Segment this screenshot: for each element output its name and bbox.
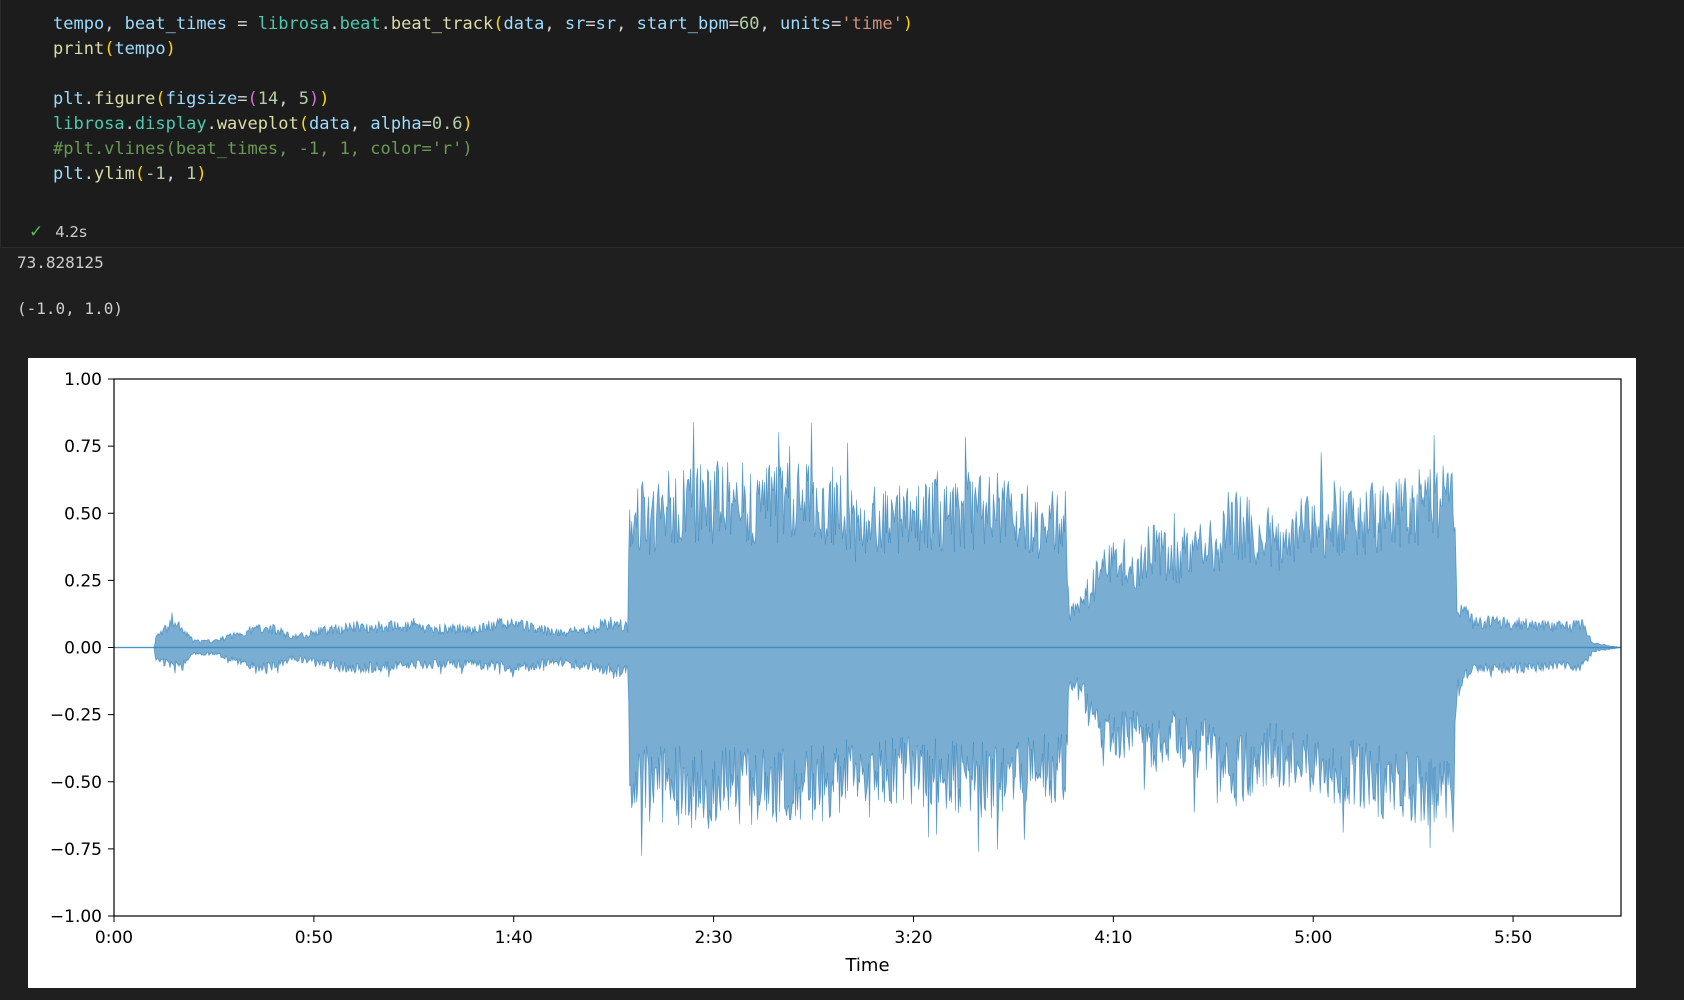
code-token: ,: [104, 14, 125, 34]
code-token: .: [83, 89, 94, 109]
code-token: -1: [145, 164, 166, 184]
code-token: units: [779, 14, 832, 34]
code-token: ): [462, 114, 473, 134]
code-token: librosa: [53, 114, 125, 134]
x-tick-label: 5:00: [1294, 928, 1332, 948]
x-tick-label: 1:40: [495, 928, 533, 948]
x-axis-label: Time: [844, 955, 889, 976]
code-token: (: [298, 114, 309, 134]
code-token: #plt.vlines(beat_times, -1, 1, color='r'…: [53, 139, 473, 159]
code-token: 0.6: [431, 114, 463, 134]
code-line[interactable]: [53, 62, 913, 87]
code-line[interactable]: print(tempo): [53, 37, 913, 62]
x-tick-label: 0:00: [95, 928, 133, 948]
code-token: beat: [339, 14, 381, 34]
x-tick-label: 4:10: [1094, 928, 1132, 948]
code-token: display: [134, 114, 207, 134]
code-token: =: [237, 89, 248, 109]
code-line[interactable]: librosa.display.waveplot(data, alpha=0.6…: [53, 112, 913, 137]
y-tick-label: 0.75: [64, 437, 102, 457]
code-token: tempo: [114, 39, 166, 59]
check-icon: ✓: [29, 222, 44, 242]
x-tick-label: 5:50: [1494, 928, 1532, 948]
x-tick-label: 2:30: [695, 928, 733, 948]
code-token: figsize: [165, 89, 238, 109]
code-token: =: [728, 14, 739, 34]
code-token: ylim: [93, 164, 135, 184]
code-token: ): [309, 89, 320, 109]
code-token: waveplot: [216, 114, 299, 134]
y-tick-label: 0.00: [64, 639, 102, 659]
code-token: sr: [564, 14, 586, 34]
code-token: .: [206, 114, 217, 134]
execution-duration: 4.2s: [55, 223, 87, 241]
y-tick-label: −0.75: [50, 840, 102, 860]
code-token: 'time': [841, 14, 903, 34]
code-cell[interactable]: tempo, beat_times = librosa.beat.beat_tr…: [0, 0, 1684, 248]
code-token: ,: [278, 89, 299, 109]
code-token: ): [165, 39, 176, 59]
y-tick-label: 0.25: [64, 571, 102, 591]
code-token: tempo: [53, 14, 105, 34]
code-line[interactable]: plt.ylim(-1, 1): [53, 162, 913, 187]
code-token: ): [319, 89, 330, 109]
code-token: .: [83, 164, 94, 184]
code-token: =: [831, 14, 842, 34]
code-token: ,: [165, 164, 187, 184]
code-token: ): [902, 14, 914, 34]
code-token: print: [53, 39, 105, 59]
code-line[interactable]: plt.figure(figsize=(14, 5)): [53, 87, 913, 112]
execution-status: ✓ 4.2s: [29, 220, 87, 244]
code-token: data: [503, 14, 545, 34]
code-token: .: [329, 14, 340, 34]
code-token: .: [380, 14, 391, 34]
code-token: beat_times: [124, 14, 228, 34]
code-token: 14: [257, 89, 279, 109]
code-token: (: [104, 39, 115, 59]
code-token: 1: [186, 164, 197, 184]
code-token: plt: [53, 164, 84, 184]
code-token: ,: [759, 14, 780, 34]
code-token: =: [585, 14, 596, 34]
code-token: alpha: [370, 114, 422, 134]
code-token: ,: [616, 14, 637, 34]
y-tick-label: 1.00: [64, 370, 102, 390]
output-tempo: 73.828125: [17, 253, 104, 272]
y-tick-label: −0.25: [50, 706, 102, 726]
code-token: data: [308, 114, 350, 134]
waveform-chart: 1.00 0.75 0.50 0.25 0.00 −0.25 −0.50 −0.75 −1.00…: [50, 370, 1622, 976]
code-token: ,: [544, 14, 565, 34]
code-token: (: [247, 89, 258, 109]
code-token: =: [227, 14, 258, 34]
code-token: beat_track: [390, 14, 494, 34]
code-token: =: [421, 114, 432, 134]
code-token: 5: [298, 89, 310, 109]
code-token: figure: [93, 89, 156, 109]
y-tick-label: 0.50: [64, 504, 102, 524]
code-token: start_bpm: [636, 14, 729, 34]
waveform-plot: 1.00 0.75 0.50 0.25 0.00 −0.25 −0.50 −0.75 −1.00…: [28, 358, 1636, 988]
code-token: (: [155, 89, 166, 109]
code-token: 60: [738, 14, 760, 34]
code-token: librosa: [257, 14, 330, 34]
code-editor[interactable]: tempo, beat_times = librosa.beat.beat_tr…: [53, 12, 913, 187]
output-ylim: (-1.0, 1.0): [17, 299, 123, 318]
code-token: (: [493, 14, 504, 34]
y-tick-label: −1.00: [50, 907, 102, 927]
code-line[interactable]: tempo, beat_times = librosa.beat.beat_tr…: [53, 12, 913, 37]
x-tick-label: 3:20: [894, 928, 932, 948]
code-token: sr: [595, 14, 617, 34]
x-tick-label: 0:50: [295, 928, 333, 948]
y-tick-label: −0.50: [50, 773, 102, 793]
code-token: plt: [53, 89, 84, 109]
code-token: ): [196, 164, 207, 184]
code-token: ,: [349, 114, 371, 134]
code-token: .: [124, 114, 135, 134]
code-token: (: [134, 164, 146, 184]
waveform-series: [114, 421, 1622, 856]
code-line[interactable]: #plt.vlines(beat_times, -1, 1, color='r'…: [53, 137, 913, 162]
